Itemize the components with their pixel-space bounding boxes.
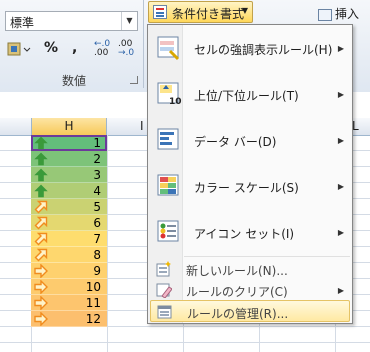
cell-value: 4 <box>93 184 101 198</box>
menu-item-highlight-cell-rules[interactable]: セルの強調表示ルール(H) ▶ <box>150 27 350 71</box>
clear-rules-icon <box>156 283 172 298</box>
table-row[interactable]: 1 <box>31 135 107 151</box>
menu-item-top-bottom-rules[interactable]: 10 上位/下位ルール(T) ▶ <box>150 73 350 117</box>
table-row[interactable]: 3 <box>31 167 107 183</box>
cell-value: 7 <box>93 232 101 246</box>
up-arrow-icon <box>34 136 48 150</box>
cell-value: 2 <box>93 152 101 166</box>
cell-value: 8 <box>93 248 101 262</box>
menu-item-label: ルールのクリア(C) <box>186 285 288 299</box>
table-row[interactable]: 11 <box>31 295 107 311</box>
table-row[interactable]: 4 <box>31 183 107 199</box>
right-arrow-icon <box>34 264 48 278</box>
number-format-dropdown[interactable]: 標準 ▼ <box>5 11 138 31</box>
submenu-arrow-icon: ▶ <box>337 136 344 145</box>
menu-item-label: カラー スケール(S) <box>194 181 299 195</box>
conditional-formatting-button[interactable]: 条件付き書式 ▼ <box>148 1 253 23</box>
cell-value: 5 <box>93 200 101 214</box>
currency-format-button[interactable] <box>7 40 33 62</box>
up-right-arrow-icon <box>34 200 48 214</box>
submenu-arrow-icon: ▶ <box>337 44 344 53</box>
chevron-down-icon[interactable]: ▼ <box>121 12 137 30</box>
cell-value: 12 <box>85 312 101 326</box>
cell-value: 1 <box>93 136 101 150</box>
cell-value: 9 <box>93 264 101 278</box>
percent-button[interactable]: % <box>44 40 58 56</box>
column-header-l[interactable]: L <box>352 118 359 135</box>
number-group-label: 数値 <box>62 74 87 88</box>
cell-value: 10 <box>85 280 101 294</box>
menu-item-label: ルールの管理(R)... <box>187 307 289 321</box>
table-row[interactable]: 5 <box>31 199 107 215</box>
table-row[interactable]: 9 <box>31 263 107 279</box>
menu-separator <box>184 256 350 257</box>
right-arrow-icon <box>34 312 48 326</box>
new-rule-icon <box>156 261 171 277</box>
increase-decimal-button[interactable]: ←.0.00 <box>94 40 110 58</box>
decrease-decimal-button[interactable]: .00 →.0 <box>118 40 134 58</box>
menu-item-clear-rules[interactable]: ルールのクリア(C) ▶ <box>150 279 350 301</box>
manage-rules-icon <box>157 305 172 319</box>
group-separator <box>143 0 144 88</box>
comma-button[interactable]: , <box>72 40 77 56</box>
menu-item-label: セルの強調表示ルール(H) <box>194 43 333 57</box>
currency-icon <box>7 42 31 56</box>
menu-item-icon-sets[interactable]: アイコン セット(I) ▶ <box>150 211 350 255</box>
conditional-formatting-menu: セルの強調表示ルール(H) ▶ 10 上位/下位ルール(T) ▶ データ バー(… <box>147 24 353 324</box>
conditional-formatting-label: 条件付き書式 <box>172 7 245 21</box>
menu-item-label: 上位/下位ルール(T) <box>194 89 299 103</box>
top10-label: 10 <box>169 97 182 107</box>
submenu-arrow-icon: ▶ <box>337 286 344 295</box>
table-row[interactable]: 8 <box>31 247 107 263</box>
submenu-arrow-icon: ▶ <box>337 182 344 191</box>
insert-label: 挿入 <box>335 7 360 21</box>
up-right-arrow-icon <box>34 232 48 246</box>
up-right-arrow-icon <box>34 248 48 262</box>
conditional-format-icon <box>153 5 167 19</box>
column-header-h[interactable]: H <box>31 118 107 135</box>
data-bars-icon <box>157 128 179 150</box>
color-scales-icon <box>157 174 179 196</box>
menu-item-data-bars[interactable]: データ バー(D) ▶ <box>150 119 350 163</box>
cell-value: 11 <box>85 296 101 310</box>
table-row[interactable]: 6 <box>31 215 107 231</box>
insert-button[interactable]: 挿入 <box>318 5 359 22</box>
table-row[interactable]: 7 <box>31 231 107 247</box>
submenu-arrow-icon: ▶ <box>337 90 344 99</box>
icon-sets-icon <box>157 220 179 242</box>
up-arrow-icon <box>34 152 48 166</box>
table-row[interactable]: 12 <box>31 311 107 327</box>
menu-item-label: データ バー(D) <box>194 135 277 149</box>
highlight-rules-icon <box>157 36 180 61</box>
right-arrow-icon <box>34 280 48 294</box>
insert-cells-icon <box>318 8 332 21</box>
menu-item-color-scales[interactable]: カラー スケール(S) ▶ <box>150 165 350 209</box>
menu-item-label: アイコン セット(I) <box>194 227 295 241</box>
dialog-launcher-icon[interactable] <box>130 76 138 84</box>
right-arrow-icon <box>34 296 48 310</box>
up-arrow-icon <box>34 168 48 182</box>
number-format-value: 標準 <box>10 16 35 30</box>
column-header-i[interactable]: I <box>140 118 144 135</box>
top-bottom-rules-icon: 10 <box>157 82 182 107</box>
table-row[interactable]: 10 <box>31 279 107 295</box>
menu-item-label: 新しいルール(N)... <box>186 264 288 278</box>
menu-item-new-rule[interactable]: 新しいルール(N)... <box>150 258 350 280</box>
column-h-cells: 1 2 3 4 5 6 7 8 9 10 11 12 <box>31 135 107 327</box>
up-right-arrow-icon <box>34 216 48 230</box>
up-arrow-icon <box>34 184 48 198</box>
submenu-arrow-icon: ▶ <box>337 228 344 237</box>
cell-value: 3 <box>93 168 101 182</box>
chevron-down-icon: ▼ <box>241 6 248 15</box>
menu-item-manage-rules[interactable]: ルールの管理(R)... <box>150 300 350 322</box>
table-row[interactable]: 2 <box>31 151 107 167</box>
cell-value: 6 <box>93 216 101 230</box>
